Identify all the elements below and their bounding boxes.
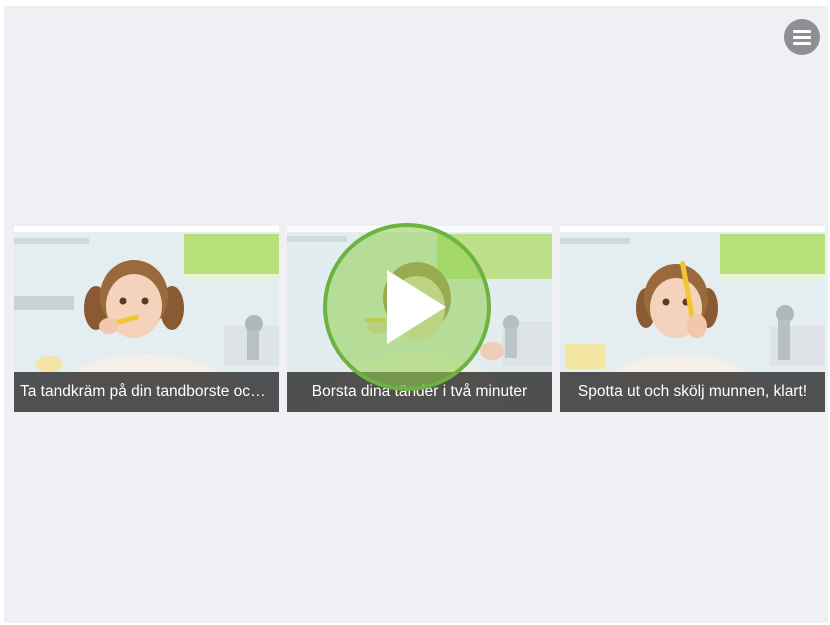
menu-button[interactable] [784, 19, 820, 55]
card-caption: Ta tandkräm på din tandborste och… [14, 372, 279, 412]
hamburger-menu-icon-bar [793, 42, 811, 45]
hamburger-menu-icon [793, 30, 811, 33]
app-screen: Ta tandkräm på din tandborste och… Borst… [4, 6, 828, 623]
hamburger-menu-icon-bar [793, 36, 811, 39]
card-caption: Spotta ut och skölj munnen, klart! [560, 372, 825, 412]
video-card-1[interactable]: Ta tandkräm på din tandborste och… [14, 226, 279, 412]
video-card-3[interactable]: Spotta ut och skölj munnen, klart! [560, 226, 825, 412]
play-button[interactable] [322, 222, 492, 392]
